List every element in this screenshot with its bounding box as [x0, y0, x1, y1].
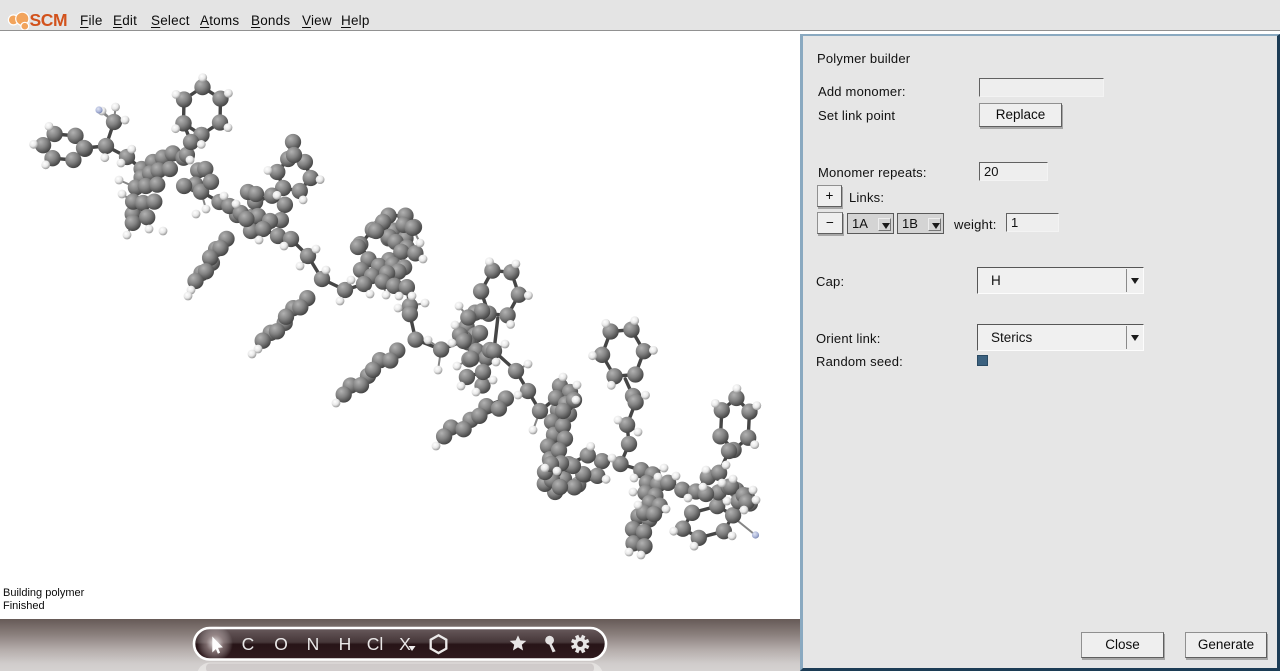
svg-text:SCM: SCM — [30, 10, 68, 30]
